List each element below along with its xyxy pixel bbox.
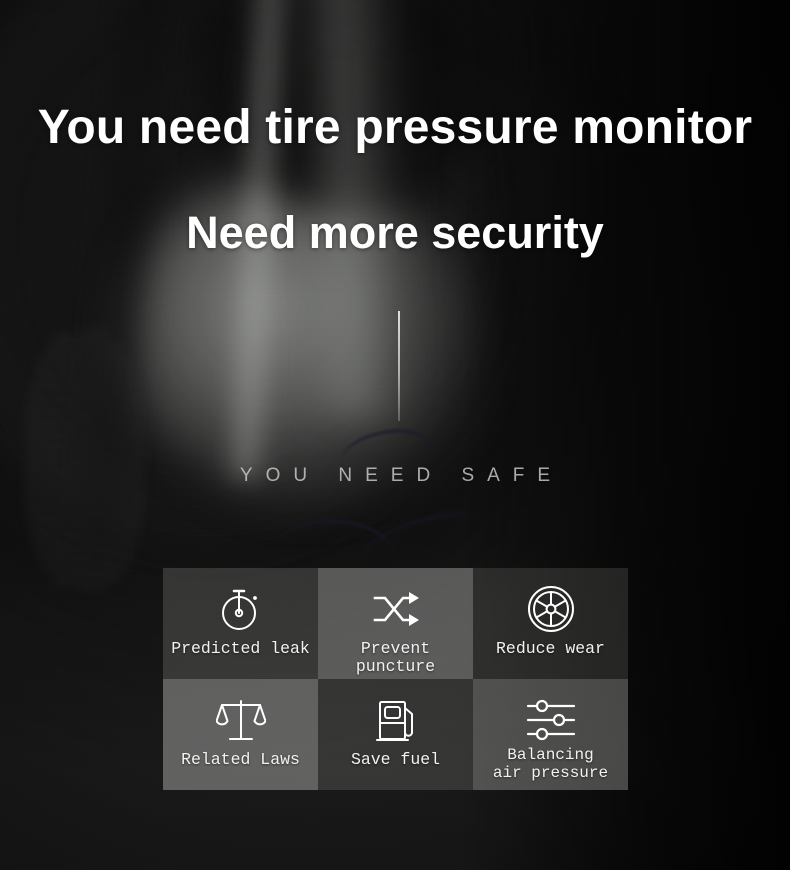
feature-tile-related-laws[interactable]: Related Laws — [163, 679, 318, 790]
wheel-icon — [526, 582, 576, 636]
feature-label: Save fuel — [350, 750, 441, 769]
shuffle-arrows-icon — [371, 582, 421, 636]
headline-primary: You need tire pressure monitor — [37, 101, 753, 154]
feature-grid: Predicted leak Prevent puncture Reduce w… — [163, 568, 628, 790]
feature-label: Predicted leak — [171, 639, 310, 658]
vertical-divider — [398, 311, 400, 421]
headline-block: You need tire pressure monitor Need more… — [0, 101, 790, 258]
sliders-icon — [526, 693, 576, 747]
headline-secondary: Need more security — [186, 207, 604, 258]
feature-label: Prevent puncture — [355, 639, 436, 677]
feature-tile-save-fuel[interactable]: Save fuel — [318, 679, 473, 790]
feature-label: Reduce wear — [496, 639, 605, 658]
feature-label: Related Laws — [181, 750, 300, 769]
feature-tile-predicted-leak[interactable]: Predicted leak — [163, 568, 318, 679]
feature-tile-reduce-wear[interactable]: Reduce wear — [473, 568, 628, 679]
tagline: YOU NEED SAFE — [239, 465, 564, 486]
fuel-pump-icon — [371, 693, 421, 747]
stopwatch-icon — [217, 582, 265, 636]
feature-tile-prevent-puncture[interactable]: Prevent puncture — [318, 568, 473, 679]
balance-scales-icon — [215, 693, 266, 747]
promo-banner: You need tire pressure monitor Need more… — [0, 0, 790, 870]
feature-label: Balancing air pressure — [492, 746, 609, 782]
feature-tile-balancing-air-pressure[interactable]: Balancing air pressure — [473, 679, 628, 790]
